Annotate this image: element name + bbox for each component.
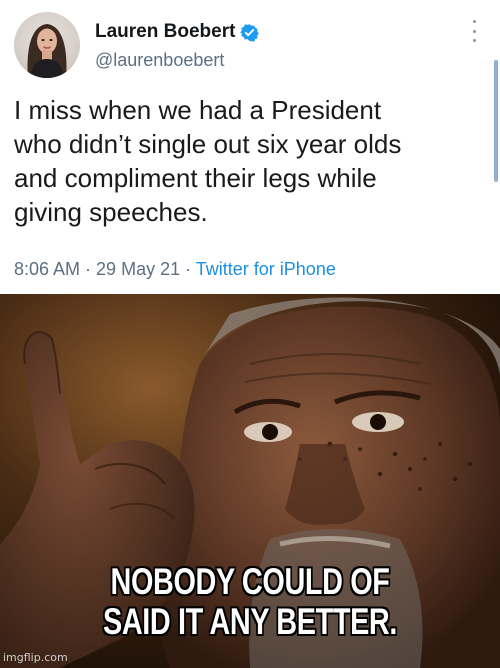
meme-caption-line-2: SAID IT ANY BETTER.: [102, 601, 398, 642]
tweet-text: I miss when we had a President who didn’…: [14, 95, 402, 227]
tweet-meta: 8:06 AM · 29 May 21 · Twitter for iPhone: [14, 259, 336, 280]
meta-separator: ·: [180, 259, 196, 279]
imgflip-watermark: imgflip.com: [3, 651, 68, 664]
tweet-client-link[interactable]: Twitter for iPhone: [196, 259, 336, 279]
more-options-icon[interactable]: [468, 20, 480, 42]
avatar-portrait-icon: [27, 24, 67, 78]
name-row: Lauren Boebert: [95, 20, 260, 44]
scrollbar[interactable]: [494, 60, 498, 182]
tweet-card: Lauren Boebert @laurenboebert I miss whe…: [0, 0, 500, 292]
display-name[interactable]: Lauren Boebert: [95, 21, 235, 43]
avatar[interactable]: [14, 12, 80, 78]
verified-badge-icon: [240, 23, 260, 42]
meme-image: NOBODY COULD OF SAID IT ANY BETTER. imgf…: [0, 294, 500, 668]
meme-caption-line-1: NOBODY COULD OF: [110, 561, 390, 602]
meta-separator: ·: [80, 259, 97, 279]
tweet-date[interactable]: 29 May 21: [96, 259, 180, 279]
tweet-time[interactable]: 8:06 AM: [14, 259, 80, 279]
user-handle[interactable]: @laurenboebert: [95, 50, 224, 71]
